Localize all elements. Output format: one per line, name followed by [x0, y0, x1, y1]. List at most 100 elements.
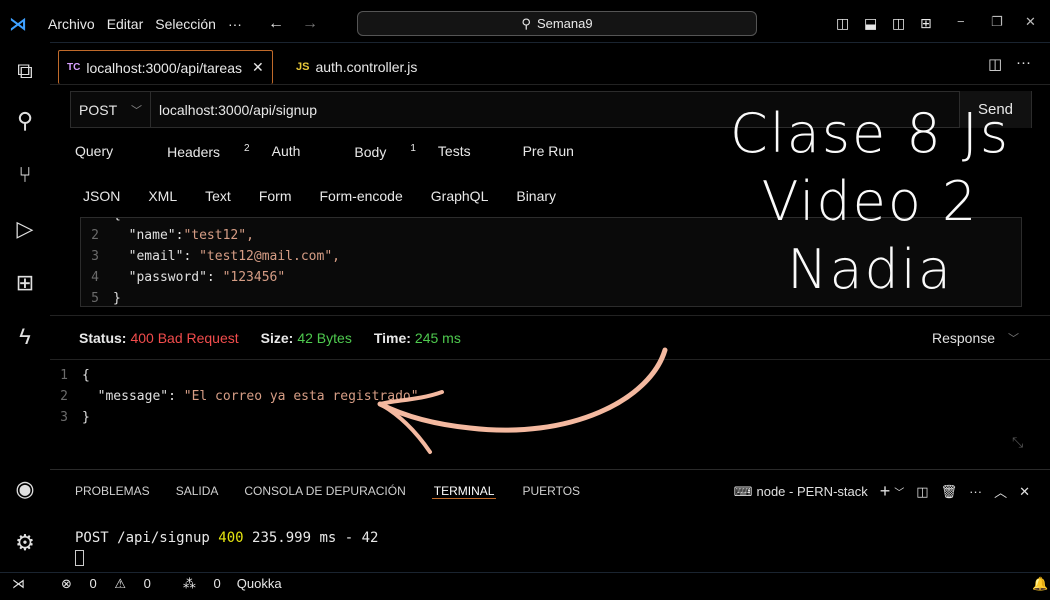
- menu-more[interactable]: ···: [228, 16, 242, 32]
- settings-gear-icon[interactable]: ⚙: [10, 528, 40, 558]
- problems-indicator[interactable]: ⊗ 0 ⚠ 0: [47, 576, 151, 592]
- annotation-arrow-icon: [377, 347, 668, 454]
- overlay-line: Clase 8 Js: [730, 102, 1010, 165]
- maximize-panel-icon[interactable]: ︿: [994, 482, 1007, 501]
- method-value: POST: [79, 101, 118, 118]
- tab-label: Auth: [271, 143, 301, 159]
- method-select[interactable]: POST ﹀: [71, 92, 151, 127]
- response-view-select[interactable]: Response: [932, 330, 995, 346]
- line-number: 4: [91, 270, 99, 285]
- run-debug-icon[interactable]: ▷: [10, 214, 40, 244]
- code-token: {: [113, 218, 121, 222]
- tab-auth-controller[interactable]: JS auth.controller.js: [288, 50, 425, 84]
- explorer-icon[interactable]: ⧉: [10, 56, 40, 86]
- menu-seleccion[interactable]: Selección: [155, 16, 216, 32]
- remote-icon[interactable]: ⋊: [12, 576, 25, 592]
- line-number: 3: [60, 410, 68, 425]
- vscode-logo-icon: ⋊: [9, 13, 27, 34]
- line-number: 1: [60, 368, 68, 383]
- terminal-instance[interactable]: node - PERN-stack: [756, 484, 867, 499]
- terminal-text: 235.999 ms - 42: [243, 530, 379, 546]
- body-tab-form[interactable]: Form: [259, 188, 292, 204]
- notifications-bell-icon[interactable]: 🔔: [1032, 576, 1048, 592]
- tab-label: Tests: [437, 143, 471, 159]
- body-tab-json[interactable]: JSON: [83, 188, 120, 204]
- body-tab-graphql[interactable]: GraphQL: [431, 188, 489, 204]
- thunder-client-icon[interactable]: ϟ: [10, 322, 40, 352]
- chevron-down-icon[interactable]: ﹀: [1008, 330, 1019, 346]
- close-tab-icon[interactable]: ✕: [252, 59, 264, 76]
- panel-actions: ⌨ node - PERN-stack + ﹀ ◫ 🗑 ··· ︿ ✕: [734, 481, 1030, 502]
- split-terminal-icon[interactable]: ◫: [916, 484, 928, 500]
- menu-archivo[interactable]: Archivo: [48, 16, 95, 32]
- command-center-search[interactable]: ⚲ Semana9: [357, 11, 757, 36]
- menu-editar[interactable]: Editar: [107, 16, 144, 32]
- tab-pre-run[interactable]: Pre Run: [523, 143, 596, 160]
- more-actions-icon[interactable]: ···: [969, 484, 982, 499]
- tab-query[interactable]: Query: [75, 143, 135, 160]
- toggle-panel-icon[interactable]: ⬓: [864, 15, 877, 32]
- body-tab-text[interactable]: Text: [205, 188, 231, 204]
- panel-tab-output[interactable]: SALIDA: [176, 484, 219, 499]
- bottom-panel: PROBLEMAS SALIDA CONSOLA DE DEPURACIÓN T…: [50, 469, 1050, 572]
- minimize-icon[interactable]: −: [957, 14, 965, 29]
- toggle-secondary-sidebar-icon[interactable]: ◫: [892, 15, 905, 32]
- panel-tab-terminal[interactable]: TERMINAL: [431, 484, 497, 499]
- json-key: "message":: [82, 389, 184, 404]
- vscode-window: ⋊ Archivo Editar Selección ··· ← → ⚲ Sem…: [0, 0, 1050, 600]
- extensions-icon[interactable]: ⊞: [10, 268, 40, 298]
- line-number: 2: [60, 389, 68, 404]
- close-window-icon[interactable]: ✕: [1025, 14, 1036, 30]
- quokka-status[interactable]: Quokka: [237, 576, 282, 591]
- source-control-icon[interactable]: ⑂: [10, 160, 40, 190]
- line-number: 5: [91, 291, 99, 306]
- json-key: "name":: [113, 228, 184, 243]
- tab-label: auth.controller.js: [315, 59, 418, 75]
- json-key: "password":: [113, 270, 223, 285]
- line-number: 3: [91, 249, 99, 264]
- ports-indicator[interactable]: ⁂ 0: [169, 576, 221, 592]
- tab-tests[interactable]: Tests: [438, 143, 493, 160]
- tab-headers[interactable]: Headers 2: [167, 143, 249, 160]
- body-type-tabs: JSON XML Text Form Form-encode GraphQL B…: [83, 188, 584, 204]
- kill-terminal-icon[interactable]: 🗑: [941, 484, 958, 500]
- chevron-down-icon[interactable]: ﹀: [894, 484, 904, 499]
- more-actions-icon[interactable]: ···: [1016, 54, 1031, 71]
- thunder-client-badge-icon: TC: [67, 62, 81, 73]
- panel-tab-problems[interactable]: PROBLEMAS: [75, 484, 150, 499]
- account-icon[interactable]: ◉: [10, 474, 40, 504]
- tab-count: 1: [410, 143, 416, 154]
- panel-tab-debug-console[interactable]: CONSOLA DE DEPURACIÓN: [244, 484, 405, 499]
- code-token: }: [113, 291, 121, 306]
- split-editor-icon[interactable]: ◫: [988, 55, 1002, 73]
- search-icon[interactable]: ⚲: [10, 106, 40, 136]
- toggle-sidebar-icon[interactable]: ◫: [836, 15, 849, 32]
- json-string: "test12",: [183, 228, 254, 243]
- overlay-line: Nadia: [787, 238, 953, 301]
- warning-count: 0: [143, 575, 151, 591]
- tab-tareas[interactable]: TC localhost:3000/api/tareas ✕: [58, 50, 273, 84]
- warning-icon: ⚠: [114, 575, 127, 591]
- close-panel-icon[interactable]: ✕: [1019, 484, 1030, 500]
- tab-body[interactable]: Body 1: [354, 143, 415, 160]
- tab-count: 2: [244, 143, 250, 154]
- request-tabs: Query Headers 2 Auth Body 1 Tests Pre Run: [75, 143, 618, 160]
- terminal-output[interactable]: POST /api/signup 400 235.999 ms - 42: [75, 530, 378, 546]
- panel-tab-ports[interactable]: PUERTOS: [522, 484, 580, 499]
- body-tab-xml[interactable]: XML: [148, 188, 177, 204]
- video-overlay-title: Clase 8 Js Video 2 Nadia: [690, 100, 1050, 304]
- forward-arrow-icon[interactable]: →: [302, 15, 318, 33]
- back-arrow-icon[interactable]: ←: [268, 15, 284, 33]
- customize-layout-icon[interactable]: ⊞: [920, 15, 932, 32]
- status-bar: ⋊ ⊗ 0 ⚠ 0 ⁂ 0 Quokka 🔔: [0, 572, 1050, 594]
- chevron-down-icon: ﹀: [131, 104, 142, 117]
- error-icon: ⊗: [61, 575, 72, 591]
- terminal-text: POST /api/signup: [75, 530, 219, 546]
- body-tab-form-encode[interactable]: Form-encode: [320, 188, 403, 204]
- tab-auth[interactable]: Auth: [272, 143, 323, 160]
- new-terminal-icon[interactable]: +: [880, 481, 891, 502]
- body-tab-binary[interactable]: Binary: [516, 188, 556, 204]
- restore-icon[interactable]: ❐: [991, 14, 1003, 30]
- editor-tabs: TC localhost:3000/api/tareas ✕ JS auth.c…: [50, 43, 1050, 85]
- resize-handle-icon[interactable]: ⤡: [1012, 435, 1023, 451]
